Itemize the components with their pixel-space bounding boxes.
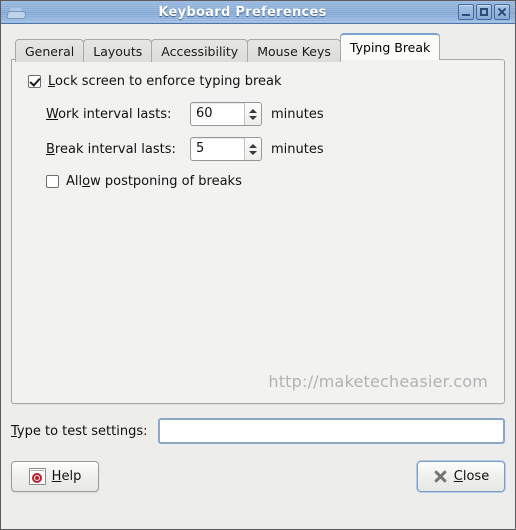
- lock-screen-checkbox[interactable]: [28, 75, 41, 88]
- tab-typing-break[interactable]: Typing Break: [339, 33, 441, 60]
- work-interval-stepper[interactable]: [244, 103, 261, 125]
- keyboard-icon: [5, 4, 27, 21]
- tab-general[interactable]: General: [15, 39, 85, 62]
- notebook: General Layouts Accessibility Mouse Keys…: [11, 33, 505, 404]
- help-icon: [28, 468, 46, 485]
- lock-screen-label-text: ock screen to enforce typing break: [55, 74, 282, 89]
- tab-strip: General Layouts Accessibility Mouse Keys…: [11, 33, 505, 62]
- dialog-body: General Layouts Accessibility Mouse Keys…: [1, 24, 515, 529]
- work-interval-row: Work interval lasts: minutes: [46, 102, 488, 126]
- chevron-up-icon[interactable]: [249, 108, 257, 113]
- window-controls: [458, 4, 510, 20]
- close-label-text: lose: [462, 469, 490, 484]
- allow-postpone-row[interactable]: Allow postponing of breaks: [46, 174, 488, 189]
- close-x-icon: [433, 469, 448, 484]
- work-interval-mnemonic: W: [46, 106, 59, 122]
- title-bar: Keyboard Preferences: [1, 1, 515, 24]
- allow-postpone-label-pre: All: [66, 174, 83, 189]
- break-interval-unit: minutes: [271, 141, 324, 157]
- window-title: Keyboard Preferences: [158, 4, 327, 20]
- tab-accessibility[interactable]: Accessibility: [151, 39, 249, 62]
- allow-postpone-checkbox[interactable]: [46, 175, 59, 188]
- typing-break-panel: Lock screen to enforce typing break Work…: [11, 59, 505, 404]
- lock-screen-label: Lock screen to enforce typing break: [48, 74, 282, 89]
- work-interval-spinner[interactable]: [190, 102, 262, 126]
- watermark-text: http://maketecheasier.com: [268, 372, 488, 391]
- break-interval-mnemonic: B: [46, 141, 55, 157]
- allow-postpone-mnemonic: o: [82, 174, 91, 189]
- work-interval-label-text: ork interval lasts:: [58, 106, 172, 122]
- break-interval-spinner[interactable]: [190, 137, 262, 161]
- close-button-label: Close: [454, 469, 489, 484]
- tab-layouts[interactable]: Layouts: [83, 39, 153, 62]
- maximize-button[interactable]: [476, 4, 492, 20]
- allow-postpone-label: Allow postponing of breaks: [66, 174, 242, 189]
- close-button[interactable]: Close: [417, 461, 505, 492]
- allow-postpone-label-text: w postponing of breaks: [90, 174, 242, 189]
- break-interval-label-text: reak interval lasts:: [54, 141, 176, 157]
- break-interval-label: Break interval lasts:: [46, 142, 190, 157]
- break-interval-input[interactable]: [191, 138, 244, 160]
- chevron-up-icon[interactable]: [249, 143, 257, 148]
- close-mnemonic: C: [453, 469, 463, 484]
- minimize-button[interactable]: [458, 4, 474, 20]
- close-window-button[interactable]: [494, 4, 510, 20]
- test-settings-row: Type to test settings:: [11, 418, 505, 444]
- help-button[interactable]: Help: [11, 461, 99, 492]
- chevron-down-icon[interactable]: [249, 150, 257, 155]
- help-label-text: elp: [61, 469, 82, 484]
- action-button-row: Help Close: [11, 461, 505, 492]
- break-interval-row: Break interval lasts: minutes: [46, 137, 488, 161]
- work-interval-unit: minutes: [271, 106, 324, 122]
- keyboard-preferences-window: Keyboard Preferences General Layouts Acc…: [0, 0, 516, 530]
- test-settings-label-text: ype to test settings:: [16, 423, 148, 439]
- help-mnemonic: H: [51, 469, 62, 484]
- break-interval-stepper[interactable]: [244, 138, 261, 160]
- work-interval-label: Work interval lasts:: [46, 107, 190, 122]
- test-settings-label: Type to test settings:: [11, 424, 148, 439]
- tab-mouse-keys[interactable]: Mouse Keys: [247, 39, 341, 62]
- chevron-down-icon[interactable]: [249, 115, 257, 120]
- lock-screen-row[interactable]: Lock screen to enforce typing break: [28, 74, 488, 89]
- help-button-label: Help: [52, 469, 82, 484]
- test-settings-input[interactable]: [157, 418, 505, 444]
- work-interval-input[interactable]: [191, 103, 244, 125]
- lock-screen-mnemonic: L: [48, 74, 56, 89]
